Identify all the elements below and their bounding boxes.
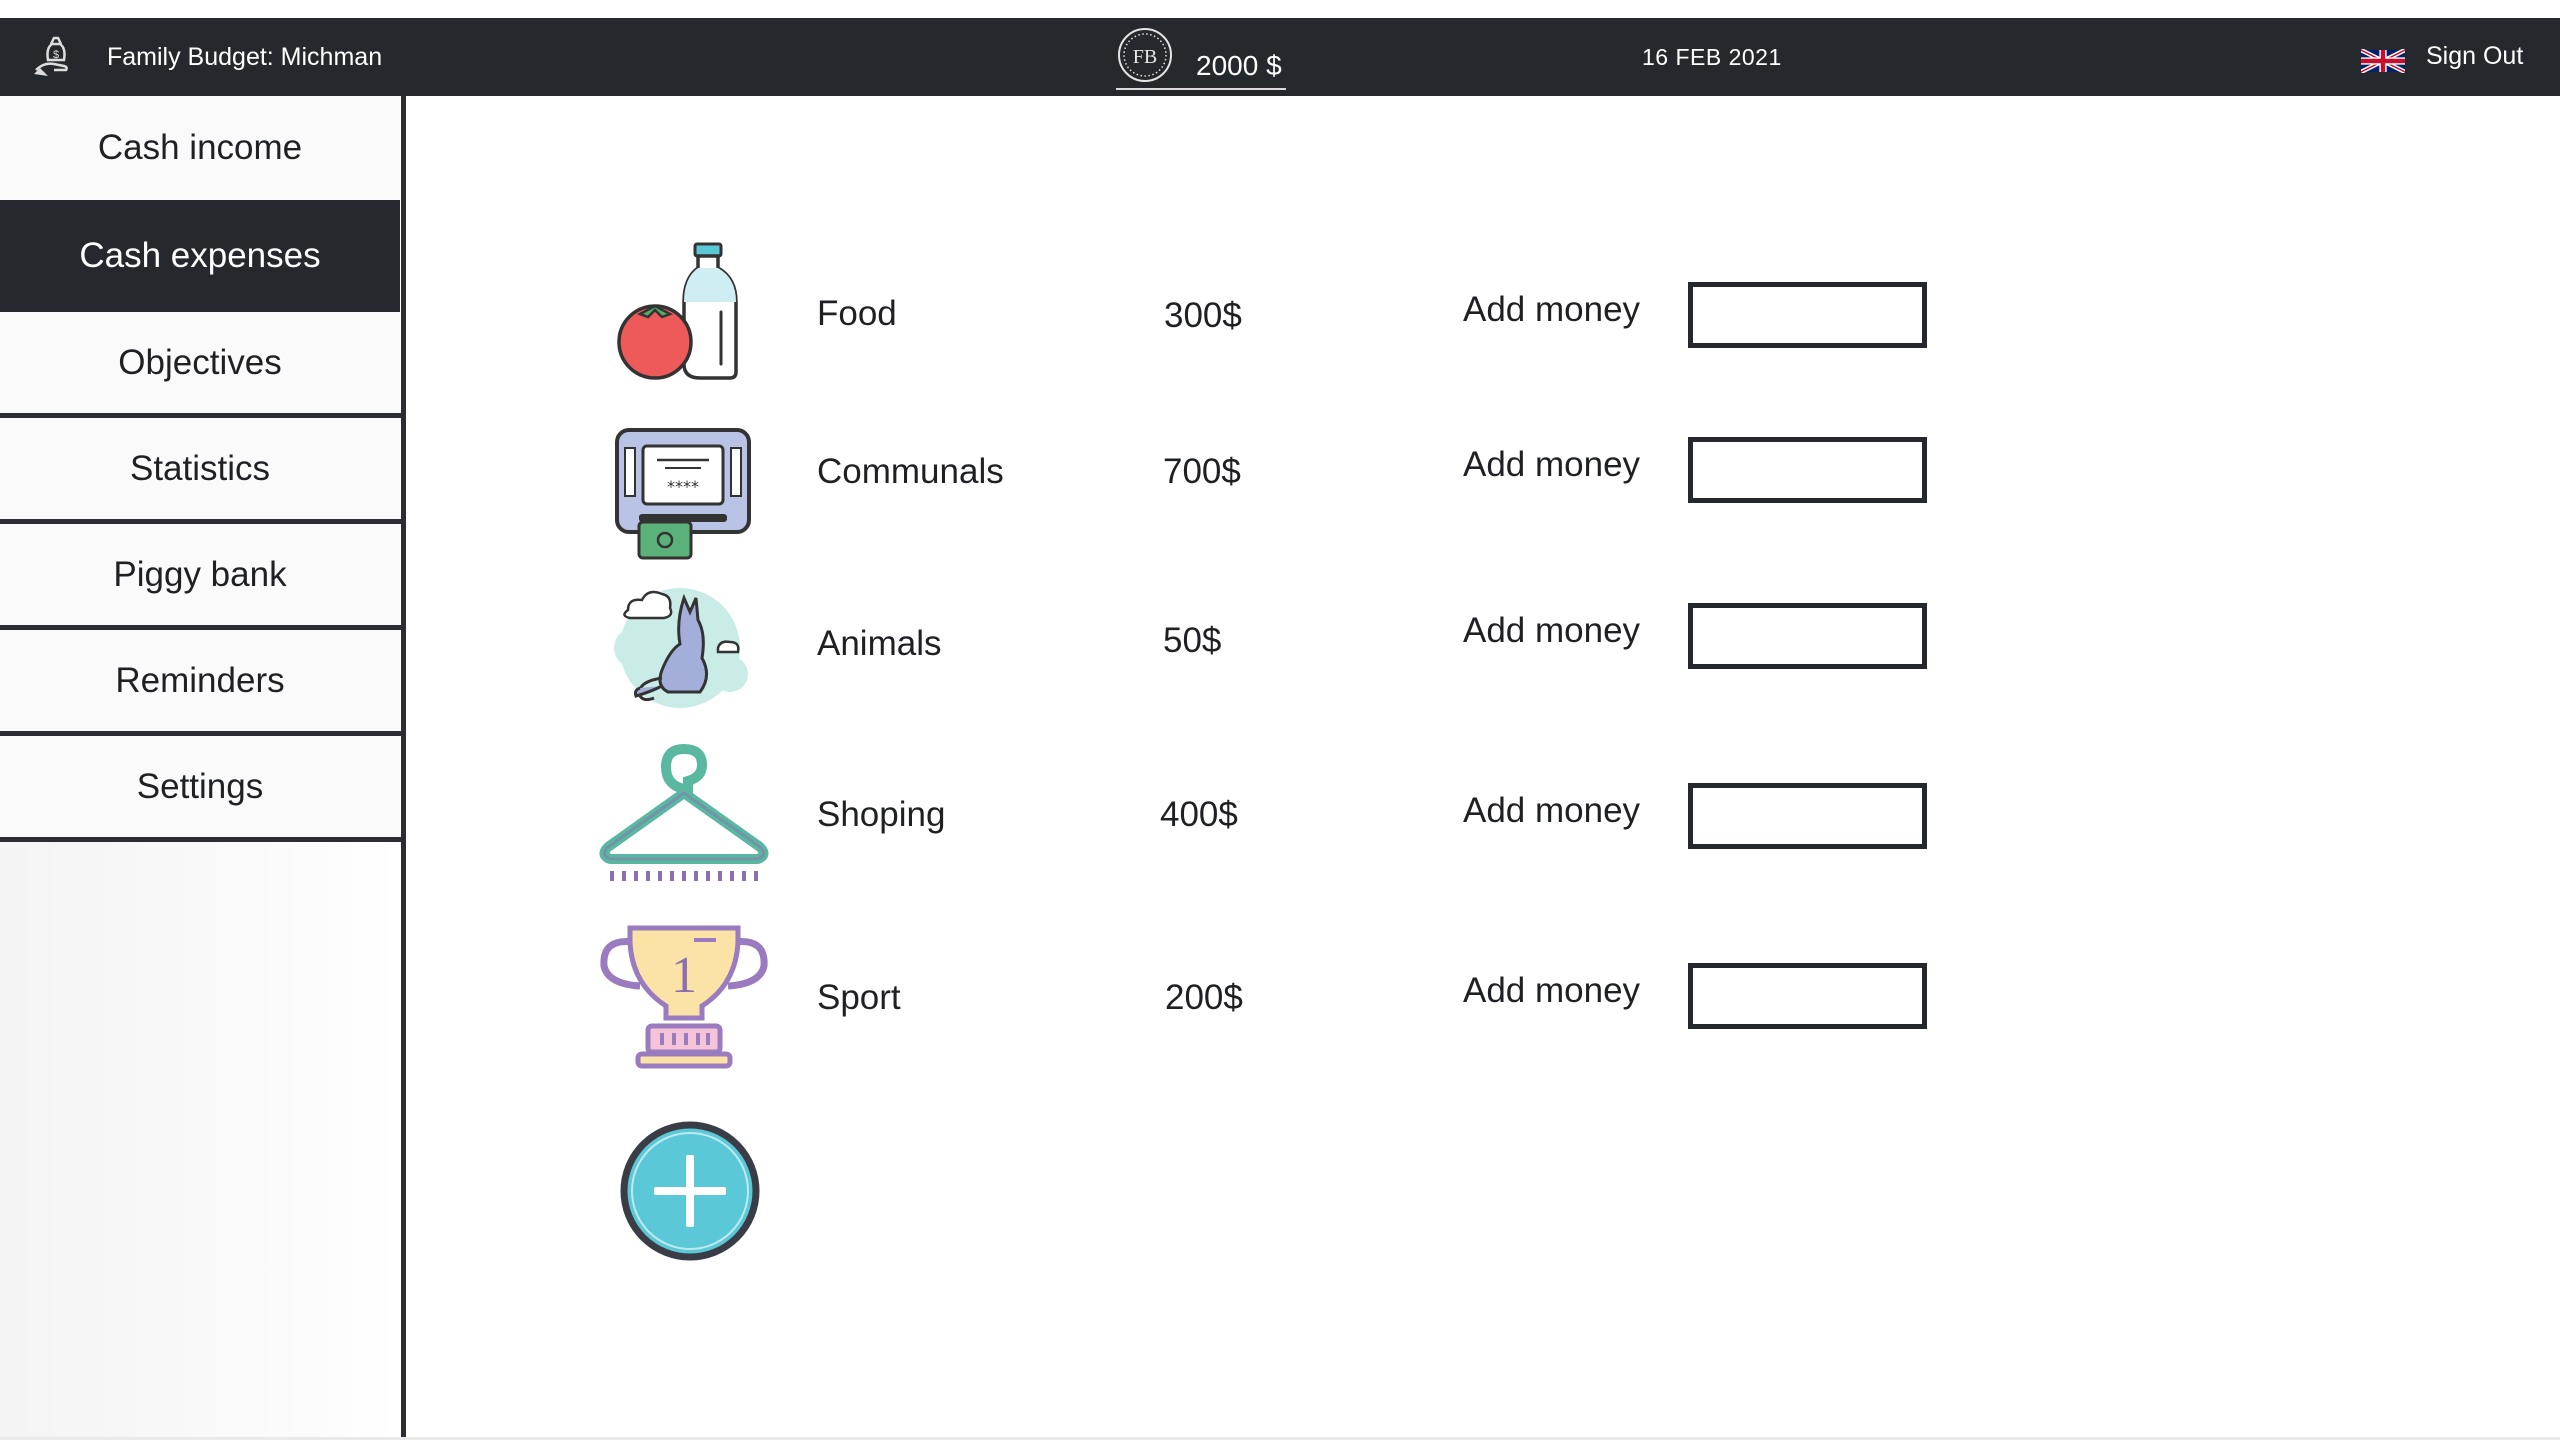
- add-money-label: Add money: [1463, 971, 1641, 1010]
- sidebar-item-label: Reminders: [115, 660, 285, 700]
- add-money-input[interactable]: [1688, 603, 1927, 669]
- sidebar-divider: [401, 96, 406, 1440]
- category-name: Food: [817, 294, 897, 333]
- trophy-icon: 1: [600, 925, 768, 1069]
- add-money-input[interactable]: [1688, 783, 1927, 849]
- sign-out-button[interactable]: Sign Out: [2426, 18, 2523, 96]
- balance-display: FB 2000 $: [1116, 24, 1286, 90]
- sidebar-item-cash-income[interactable]: Cash income: [0, 96, 400, 200]
- category-name: Shoping: [817, 795, 946, 834]
- add-money-label: Add money: [1463, 445, 1641, 484]
- svg-text:1: 1: [671, 947, 697, 1004]
- balance-amount: 2000 $: [1196, 50, 1282, 81]
- category-amount: 400$: [1160, 795, 1238, 834]
- sidebar-item-label: Piggy bank: [113, 554, 287, 594]
- fb-coin-icon: FB: [1118, 28, 1172, 82]
- sidebar-item-cash-expenses[interactable]: Cash expenses: [0, 200, 400, 312]
- sidebar-item-label: Statistics: [129, 448, 271, 488]
- sidebar-item-settings[interactable]: Settings: [0, 736, 400, 837]
- top-bar: $ Family Budget: Michman FB 2000 $ 16 FE…: [0, 18, 2560, 96]
- sidebar-item-piggy-bank[interactable]: Piggy bank: [0, 524, 400, 625]
- hanger-icon: [599, 743, 769, 881]
- add-category-button[interactable]: [620, 1121, 760, 1261]
- uk-flag-icon[interactable]: [2361, 49, 2405, 73]
- svg-text:FB: FB: [1133, 46, 1157, 68]
- nav-separator: [0, 837, 403, 842]
- svg-text:$: $: [53, 49, 59, 61]
- sidebar-item-objectives[interactable]: Objectives: [0, 312, 400, 413]
- add-money-label: Add money: [1463, 611, 1641, 650]
- sidebar-item-label: Cash income: [97, 128, 303, 167]
- sidebar-item-label: Settings: [136, 766, 264, 806]
- sidebar-item-reminders[interactable]: Reminders: [0, 630, 400, 731]
- sidebar-item-statistics[interactable]: Statistics: [0, 418, 400, 519]
- category-amount: 700$: [1163, 452, 1241, 491]
- add-money-input[interactable]: [1688, 437, 1927, 503]
- current-date: 16 FEB 2021: [1642, 44, 1782, 70]
- sidebar-item-label: Objectives: [118, 342, 282, 382]
- add-money-label: Add money: [1463, 290, 1641, 329]
- add-money-label: Add money: [1463, 791, 1641, 830]
- add-money-input[interactable]: [1688, 963, 1927, 1029]
- svg-text:****: ****: [667, 477, 699, 496]
- app-title: Family Budget: Michman: [107, 43, 383, 71]
- sidebar-item-label: Cash expenses: [79, 236, 321, 275]
- atm-icon: ****: [615, 428, 751, 560]
- category-amount: 50$: [1163, 621, 1222, 660]
- category-amount: 200$: [1165, 978, 1243, 1017]
- category-name: Animals: [817, 624, 942, 663]
- add-money-input[interactable]: [1688, 282, 1927, 348]
- cat-icon: [614, 588, 748, 708]
- budget-logo-icon: $: [34, 36, 68, 76]
- category-amount: 300$: [1164, 296, 1242, 335]
- category-name: Sport: [817, 978, 901, 1017]
- food-icon: [617, 242, 738, 380]
- category-name: Communals: [817, 452, 1004, 491]
